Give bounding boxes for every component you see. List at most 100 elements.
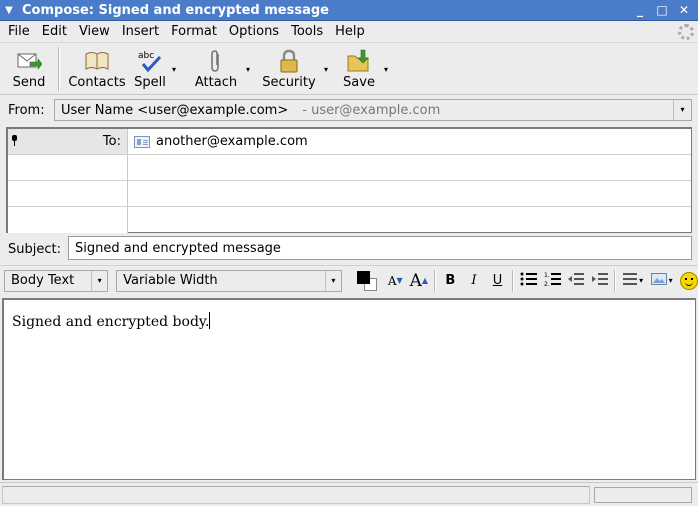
- larger-font-icon: A: [409, 270, 422, 291]
- menu-file[interactable]: File: [2, 21, 36, 43]
- spell-label: Spell: [134, 75, 166, 90]
- indent-icon: [591, 271, 609, 291]
- address-row: [8, 207, 691, 233]
- throbber-icon: [678, 24, 694, 40]
- numbered-list-button[interactable]: 1. 2.: [541, 269, 565, 293]
- text-color-swatch[interactable]: [356, 270, 370, 284]
- svg-text:2.: 2.: [544, 281, 550, 287]
- format-separator: [512, 269, 515, 292]
- address-row: [8, 155, 691, 181]
- addressing-widget: To: another@example.com: [6, 127, 692, 233]
- menu-edit[interactable]: Edit: [36, 21, 73, 43]
- message-body-text: Signed and encrypted body.: [12, 314, 210, 330]
- decrease-font-size-button[interactable]: A ▼: [384, 269, 408, 293]
- address-type-select[interactable]: [8, 207, 128, 233]
- menu-format[interactable]: Format: [165, 21, 223, 43]
- spell-button[interactable]: abc Spell: [130, 43, 170, 93]
- from-row: From: User Name <user@example.com> - use…: [0, 97, 698, 123]
- from-label: From:: [8, 102, 45, 118]
- recipient-address: another@example.com: [156, 134, 308, 149]
- chevron-down-icon: ▾: [668, 276, 673, 285]
- font-face-value: Variable Width: [123, 273, 218, 288]
- subject-label: Subject:: [8, 241, 61, 257]
- chevron-down-icon[interactable]: ▾: [673, 100, 691, 120]
- bullet-list-button[interactable]: [517, 269, 541, 293]
- subject-input[interactable]: [68, 236, 692, 260]
- chevron-down-icon: ▾: [639, 276, 644, 285]
- smaller-font-icon: A: [387, 273, 397, 288]
- chevron-down-icon[interactable]: ▾: [91, 270, 107, 291]
- contacts-label: Contacts: [68, 75, 126, 90]
- send-button[interactable]: Send: [4, 43, 54, 93]
- security-label: Security: [262, 75, 316, 90]
- italic-button[interactable]: I: [462, 269, 486, 293]
- message-body-editor[interactable]: Signed and encrypted body.: [2, 298, 696, 480]
- text-color-picker[interactable]: [356, 270, 378, 292]
- address-type-select[interactable]: [8, 181, 128, 206]
- close-icon[interactable]: ✕: [674, 2, 694, 19]
- minimize-icon[interactable]: _: [630, 2, 650, 19]
- from-account: - user@example.com: [302, 102, 441, 118]
- pin-icon: [12, 135, 18, 147]
- increase-font-size-button[interactable]: A ▲: [407, 269, 431, 293]
- attach-button[interactable]: Attach: [188, 43, 244, 93]
- address-type-label: To:: [102, 134, 121, 149]
- paragraph-format-select[interactable]: Body Text ▾: [4, 269, 109, 292]
- format-separator: [433, 269, 436, 292]
- font-face-select[interactable]: Variable Width ▾: [116, 269, 342, 292]
- chevron-down-icon[interactable]: ▾: [324, 270, 341, 291]
- insert-image-icon: [650, 272, 667, 290]
- svg-text:1.: 1.: [544, 272, 550, 279]
- toolbar-separator: [58, 47, 60, 91]
- contacts-button[interactable]: Contacts: [64, 43, 130, 93]
- from-identity-select[interactable]: User Name <user@example.com> - user@exam…: [54, 99, 692, 121]
- recipient-field[interactable]: another@example.com: [128, 129, 691, 154]
- maximize-icon[interactable]: □: [652, 2, 672, 19]
- bold-button[interactable]: B: [439, 269, 463, 293]
- outdent-button[interactable]: [564, 269, 588, 293]
- window-menu-icon[interactable]: ▼: [0, 5, 18, 16]
- status-text-panel: [2, 485, 590, 504]
- underline-button[interactable]: U: [486, 269, 510, 293]
- subject-row: Subject:: [0, 236, 698, 262]
- format-separator: [614, 269, 617, 292]
- bullet-list-icon: [520, 271, 538, 291]
- save-menu-arrow[interactable]: ▾: [382, 43, 390, 93]
- window-title: Compose: Signed and encrypted message: [22, 2, 329, 18]
- paperclip-icon: [203, 49, 229, 73]
- spell-menu-arrow[interactable]: ▾: [170, 43, 178, 93]
- attach-menu-arrow[interactable]: ▾: [244, 43, 252, 93]
- main-toolbar: Send Contacts abc Spell ▾ Attach ▾ Secur…: [0, 43, 698, 95]
- save-button[interactable]: Save: [336, 43, 382, 93]
- menu-options[interactable]: Options: [223, 21, 285, 43]
- window-titlebar: ▼ Compose: Signed and encrypted message …: [0, 0, 698, 21]
- attach-label: Attach: [194, 75, 238, 90]
- menu-tools[interactable]: Tools: [285, 21, 329, 43]
- save-folder-icon: [346, 49, 372, 73]
- send-label: Send: [12, 75, 46, 90]
- menu-help[interactable]: Help: [329, 21, 371, 43]
- align-icon: [623, 272, 638, 290]
- paragraph-format-value: Body Text: [11, 273, 75, 288]
- menubar: File Edit View Insert Format Options Too…: [0, 21, 698, 43]
- send-icon: [16, 49, 42, 73]
- padlock-icon: [276, 49, 302, 73]
- format-toolbar: Body Text ▾ Variable Width ▾ A ▼ A ▲ B I U…: [0, 265, 698, 295]
- spellcheck-icon: abc: [137, 49, 163, 73]
- address-row: To: another@example.com: [8, 129, 691, 155]
- menu-insert[interactable]: Insert: [116, 21, 165, 43]
- recipient-field[interactable]: [128, 155, 691, 180]
- recipient-field[interactable]: [128, 181, 691, 206]
- insert-menu-button[interactable]: ▾: [647, 269, 676, 293]
- security-menu-arrow[interactable]: ▾: [322, 43, 330, 93]
- address-type-select[interactable]: To:: [8, 129, 128, 154]
- from-identity: User Name <user@example.com>: [61, 102, 289, 118]
- indent-button[interactable]: [588, 269, 612, 293]
- address-type-select[interactable]: [8, 155, 128, 180]
- align-menu-button[interactable]: ▾: [619, 269, 646, 293]
- security-button[interactable]: Security: [256, 43, 322, 93]
- recipient-field[interactable]: [128, 207, 691, 233]
- numbered-list-icon: 1. 2.: [544, 271, 562, 291]
- smiley-icon[interactable]: [680, 271, 698, 290]
- menu-view[interactable]: View: [73, 21, 116, 43]
